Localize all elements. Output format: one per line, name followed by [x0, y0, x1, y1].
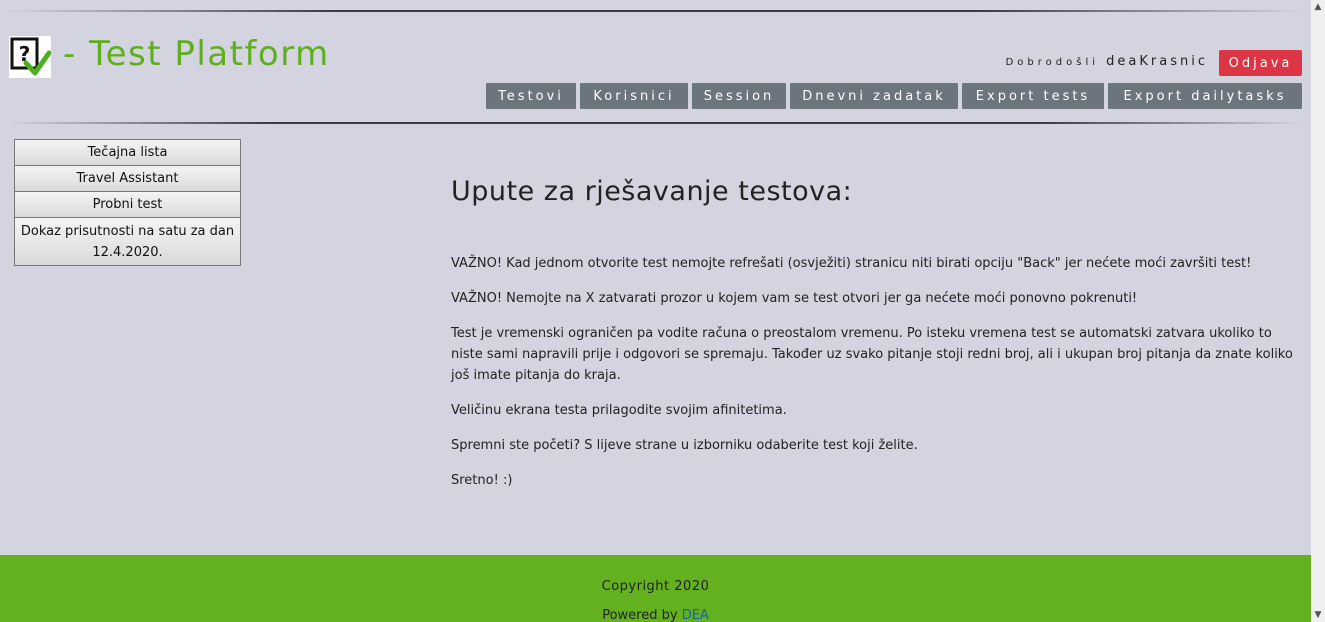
instruction-paragraph: VAŽNO! Nemojte na X zatvarati prozor u k…	[451, 291, 1138, 306]
powered-by-label: Powered by	[602, 608, 678, 622]
instructions-content: Upute za rješavanje testova: VAŽNO! Kad …	[451, 176, 1301, 505]
powered-by-text: Powered by DEA	[0, 608, 1311, 622]
scroll-up-arrow-icon[interactable]: ▲	[1311, 0, 1325, 14]
top-divider	[8, 10, 1303, 12]
sidebar-item-travel-assistant[interactable]: Travel Assistant	[14, 165, 241, 192]
tab-korisnici[interactable]: Korisnici	[580, 83, 688, 109]
tab-session[interactable]: Session	[692, 83, 786, 109]
username: deaKrasnic	[1106, 54, 1208, 69]
tab-testovi[interactable]: Testovi	[486, 83, 576, 109]
brand-title[interactable]: - Test Platform	[63, 34, 330, 74]
welcome-label: Dobrodošli	[1005, 57, 1100, 68]
logo[interactable]: ?	[9, 36, 51, 78]
instruction-paragraph: VAŽNO! Kad jednom otvorite test nemojte …	[451, 256, 1252, 271]
instruction-paragraph: Test je vremenski ograničen pa vodite ra…	[451, 326, 1293, 383]
sidebar-menu: Tečajna lista Travel Assistant Probni te…	[14, 139, 241, 266]
instruction-paragraph: Veličinu ekrana testa prilagodite svojim…	[451, 403, 787, 418]
footer: Copyright 2020 Powered by DEA	[0, 555, 1311, 622]
sidebar-item-probni-test[interactable]: Probni test	[14, 191, 241, 218]
powered-by-link[interactable]: DEA	[682, 608, 709, 622]
page: ? - Test Platform Dobrodošli deaKrasnic …	[0, 0, 1311, 622]
main-nav: Testovi Korisnici Session Dnevni zadatak…	[486, 83, 1302, 109]
sidebar-item-tecajna-lista[interactable]: Tečajna lista	[14, 139, 241, 166]
question-check-icon: ?	[10, 37, 51, 76]
sidebar-item-dokaz-prisutnosti[interactable]: Dokaz prisutnosti na satu za dan 12.4.20…	[14, 217, 241, 266]
instruction-paragraph: Spremni ste početi? S lijeve strane u iz…	[451, 438, 918, 453]
copyright-text: Copyright 2020	[601, 579, 710, 594]
logout-button[interactable]: Odjava	[1219, 50, 1302, 76]
welcome-text: Dobrodošli deaKrasnic	[1006, 54, 1208, 69]
instruction-paragraph: Sretno! :)	[451, 473, 513, 488]
header-divider	[8, 122, 1303, 124]
scroll-down-arrow-icon[interactable]: ▼	[1311, 608, 1325, 622]
page-title: Upute za rješavanje testova:	[451, 176, 853, 207]
tab-export-dailytasks[interactable]: Export dailytasks	[1108, 83, 1302, 109]
tab-dnevni-zadatak[interactable]: Dnevni zadatak	[790, 83, 958, 109]
vertical-scrollbar[interactable]: ▲ ▼	[1311, 0, 1325, 622]
tab-export-tests[interactable]: Export tests	[962, 83, 1104, 109]
